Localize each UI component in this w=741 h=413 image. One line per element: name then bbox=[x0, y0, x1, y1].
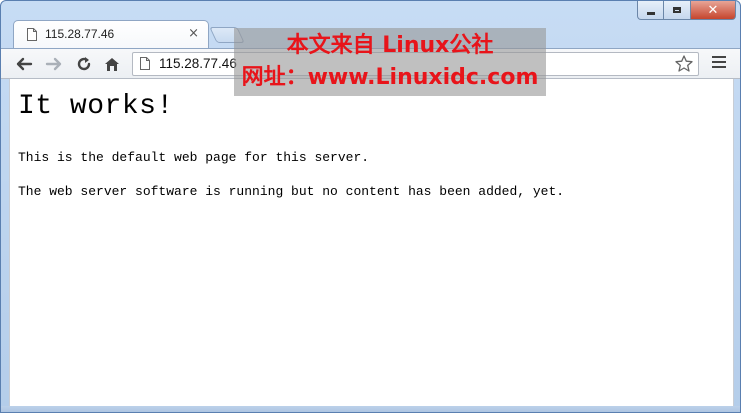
maximize-icon bbox=[673, 7, 681, 13]
watermark-line-2: 网址：www.Linuxidc.com bbox=[241, 65, 539, 90]
forward-button[interactable] bbox=[43, 53, 65, 75]
home-icon bbox=[105, 58, 119, 71]
page-icon bbox=[27, 28, 37, 41]
window-bottom-frame bbox=[1, 406, 740, 412]
minimize-button[interactable] bbox=[637, 1, 664, 20]
tab-close-icon[interactable]: × bbox=[188, 26, 199, 42]
watermark: 本文来自 Linux公社 网址：www.Linuxidc.com bbox=[234, 28, 546, 96]
back-button[interactable] bbox=[13, 53, 35, 75]
tab-title: 115.28.77.46 bbox=[45, 27, 115, 41]
paragraph-no-content: The web server software is running but n… bbox=[18, 184, 565, 199]
star-icon[interactable] bbox=[674, 54, 694, 74]
url-text[interactable]: 115.28.77.46 bbox=[159, 56, 237, 71]
reload-button[interactable] bbox=[73, 53, 95, 75]
close-icon: ✕ bbox=[707, 2, 719, 18]
minimize-icon bbox=[646, 11, 655, 15]
page-heading: It works! bbox=[18, 91, 174, 122]
maximize-button[interactable] bbox=[664, 1, 691, 20]
reload-icon bbox=[77, 57, 91, 71]
close-window-button[interactable]: ✕ bbox=[691, 1, 736, 20]
watermark-line-1: 本文来自 Linux公社 bbox=[286, 33, 494, 58]
menu-icon[interactable] bbox=[712, 56, 726, 70]
page-content: It works! This is the default web page f… bbox=[9, 79, 734, 406]
paragraph-default-page: This is the default web page for this se… bbox=[18, 150, 370, 165]
home-button[interactable] bbox=[101, 53, 123, 75]
page-icon bbox=[140, 57, 150, 70]
browser-tab[interactable]: 115.28.77.46 × bbox=[13, 20, 209, 49]
back-icon bbox=[16, 57, 33, 71]
forward-icon bbox=[45, 57, 62, 71]
window-controls: ✕ bbox=[637, 1, 736, 21]
